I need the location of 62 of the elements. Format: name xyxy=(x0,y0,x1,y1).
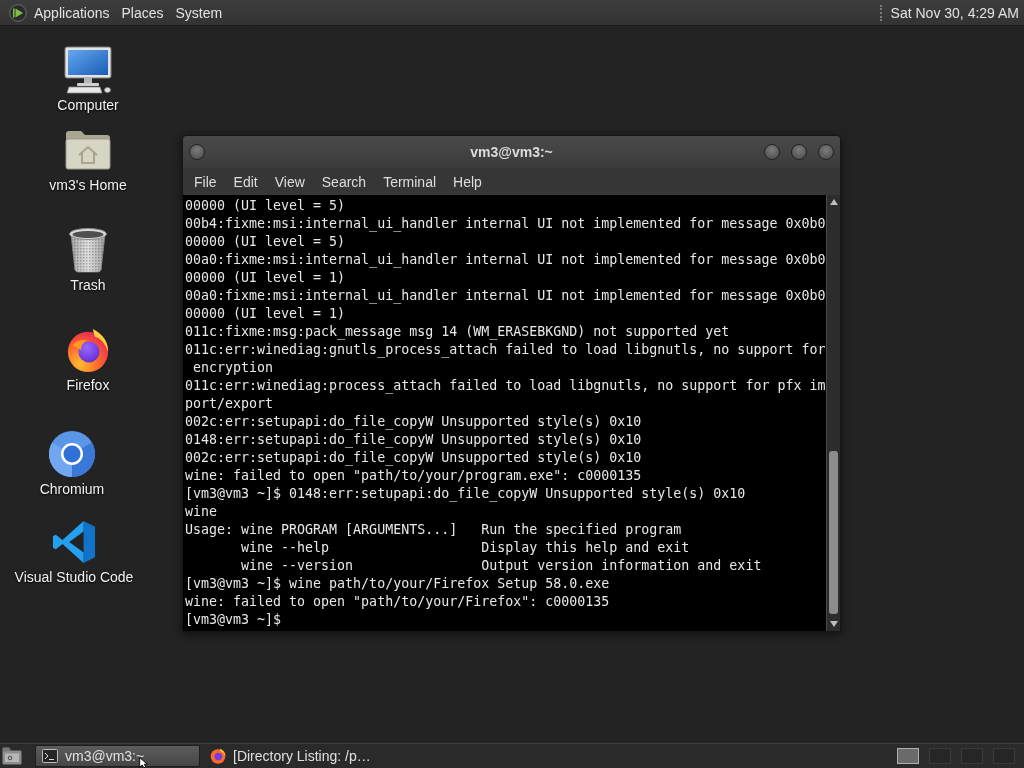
terminal-line: 00000 (UI level = 1) xyxy=(185,269,347,287)
terminal-line: encryption xyxy=(192,359,275,377)
terminal-line: 00a0:fixme:msi:internal_ui_handler internal UI not implemented for message 0x0b0 xyxy=(185,251,826,269)
terminal-line: 00000 (UI level = 5) xyxy=(185,233,347,251)
terminal-line: wine: failed to open "path/to/your/program.exe": c0000135 xyxy=(185,467,643,485)
menu-item[interactable]: Terminal xyxy=(378,171,442,192)
menu-item[interactable]: Help xyxy=(448,171,487,192)
terminal-line: 011c:err:winediag:process_attach failed to load libgnutls, no support for pfx im xyxy=(185,377,826,395)
terminal-line: [vm3@vm3 ~]$ wine path/to/your/Firefox Setup 58.0.exe xyxy=(185,575,611,593)
firefox-logo-icon xyxy=(65,327,111,373)
workspace-button[interactable] xyxy=(897,748,919,764)
maximize-button[interactable] xyxy=(791,144,807,160)
scrollbar-thumb[interactable] xyxy=(829,451,838,614)
window-title: vm3@vm3:~ xyxy=(470,144,553,160)
desktop-launcher[interactable]: Computer xyxy=(57,46,119,114)
desktop-launcher[interactable]: Chromium xyxy=(39,430,105,498)
terminal-line: wine: failed to open "path/to/your/Firefox": c0000135 xyxy=(185,593,611,611)
desktop-launcher[interactable]: Visual Studio Code xyxy=(14,518,134,586)
scrollbar[interactable] xyxy=(826,195,840,631)
terminal-line: 002c:err:setupapi:do_file_copyW Unsupported style(s) 0x10 xyxy=(185,413,643,431)
home-folder-icon xyxy=(65,130,111,170)
terminal-line: wine --help Display this help and exit xyxy=(240,539,691,557)
terminal-line: Usage: wine PROGRAM [ARGUMENTS...] Run the specified program xyxy=(185,521,683,539)
play-logo-icon[interactable] xyxy=(9,3,27,22)
down-arrow-icon xyxy=(829,621,838,627)
desktop-launcher[interactable]: Trash xyxy=(68,226,108,294)
terminal-line: 011c:err:winediag:gnutls_process_attach failed to load libgnutls, no support for xyxy=(185,341,826,359)
menu-item[interactable]: Search xyxy=(316,171,372,192)
panel-menu-button[interactable]: Places xyxy=(120,2,165,23)
show-desktop-icon[interactable] xyxy=(2,747,22,765)
computer-monitor-icon xyxy=(64,46,112,94)
window-menu-button[interactable] xyxy=(189,144,205,160)
terminal-line: 0148:err:setupapi:do_file_copyW Unsupported style(s) 0x10 xyxy=(185,431,643,449)
firefox-logo-icon xyxy=(210,748,226,764)
desktop-launcher[interactable]: Firefox xyxy=(65,326,111,394)
menu-item[interactable]: File xyxy=(189,171,222,192)
menu-item[interactable]: Edit xyxy=(228,171,263,192)
terminal-line: 00000 (UI level = 5) xyxy=(185,197,347,215)
panel-menu-button[interactable]: System xyxy=(174,2,224,23)
terminal-line: 00b4:fixme:msi:internal_ui_handler internal UI not implemented for message 0x0b0 xyxy=(185,215,826,233)
taskbar-button[interactable]: [Directory Listing: /p… xyxy=(203,745,378,767)
minimize-button[interactable] xyxy=(764,144,780,160)
wastebasket-icon xyxy=(68,227,108,273)
terminal-line: [vm3@vm3 ~]$ 0148:err:setupapi:do_file_copyW Unsupported style(s) 0x10 xyxy=(185,485,747,503)
terminal-line: wine --version Output version information and exit xyxy=(240,557,763,575)
chromium-logo-icon xyxy=(48,430,96,478)
terminal-line: 002c:err:setupapi:do_file_copyW Unsupported style(s) 0x10 xyxy=(185,449,643,467)
desktop-launcher[interactable]: vm3's Home xyxy=(49,126,127,194)
clock-button[interactable]: Sat Nov 30, 4:29 AM xyxy=(889,2,1020,23)
terminal-line: 00000 (UI level = 1) xyxy=(185,305,347,323)
terminal-icon xyxy=(42,749,58,763)
menu-item[interactable]: View xyxy=(269,171,310,192)
taskbar-button[interactable]: vm3@vm3:~ xyxy=(35,745,200,767)
terminal-line: 011c:fixme:msg:pack_message msg 14 (WM_ERASEBKGND) not supported yet xyxy=(185,323,731,341)
close-button[interactable] xyxy=(818,144,834,160)
terminal-line: port/export xyxy=(185,395,275,413)
terminal-line: wine xyxy=(185,503,219,521)
panel-menu-button[interactable]: Applications xyxy=(33,2,111,23)
terminal-line: [vm3@vm3 ~]$ xyxy=(185,611,283,629)
up-arrow-icon xyxy=(829,199,838,205)
vscode-logo-icon xyxy=(52,520,96,564)
terminal-line: 00a0:fixme:msi:internal_ui_handler internal UI not implemented for message 0x0b0 xyxy=(185,287,826,305)
